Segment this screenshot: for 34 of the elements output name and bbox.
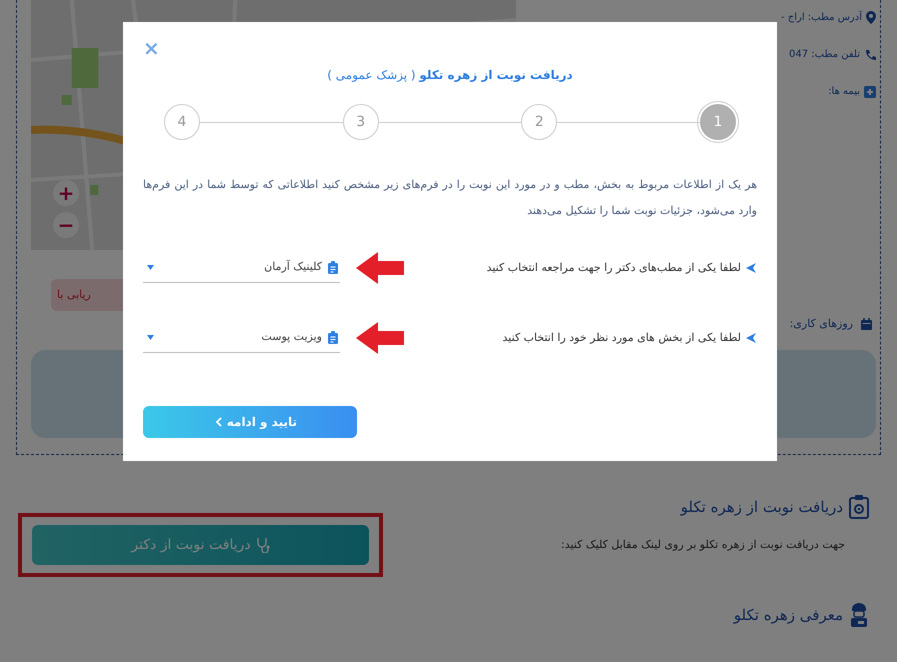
step-indicator: 2 [521, 104, 558, 140]
section-heading: دریافت نوبت از زهره تکلو [680, 496, 843, 518]
clipboard-icon [328, 331, 338, 344]
chevron-left-icon [214, 417, 223, 427]
clipboard-icon [849, 495, 869, 519]
field-label: لطفا یکی از بخش های مورد نظر خود را انتخاب کنید [502, 330, 741, 346]
clipboard-icon [328, 261, 338, 274]
caret-icon [147, 265, 154, 270]
description-text: هر یک از اطلاعات مربوط به بخش، مطب و در مورد این نوبت را در فرم‌های زیر مشخص کنید اطلاعاتی که توسط شما در این فرم‌ها وارد می‌شود، جزئیات نوبت شما را تشکیل می‌دهند [143, 177, 757, 219]
insurance-label: بیمه ها: [828, 85, 860, 99]
chevron-icon [745, 262, 757, 274]
phone-icon [864, 48, 876, 60]
step-indicator: 3 [342, 104, 379, 140]
stethoscope-icon [254, 537, 270, 553]
step-indicator: 4 [164, 104, 200, 140]
location-pin-icon [866, 11, 876, 24]
close-button[interactable]: × [143, 38, 160, 58]
book-appointment-button[interactable]: دریافت نوبت از دکتر [32, 525, 369, 565]
instruction-text: جهت دریافت نوبت از زهره تکلو بر روی لینک مقابل کلیک کنید: [561, 536, 846, 553]
annotation-arrow [356, 250, 404, 286]
phone-text: تلفن مطب: 047 [789, 48, 860, 62]
calendar-icon [861, 318, 872, 330]
caret-icon [147, 335, 154, 340]
modal-title: دریافت نوبت از زهره تکلو ( پزشک عمومی ) [326, 67, 574, 84]
field-label: لطفا یکی از مطب‌های دکتر را جهت مراجعه انتخاب کنید [486, 260, 741, 276]
address-text: آدرس مطب: اراج - [780, 10, 862, 25]
annotation-arrow [356, 320, 404, 356]
confirm-button[interactable]: تایید و ادامه [143, 406, 357, 438]
chevron-icon [745, 332, 757, 344]
working-days-label: روزهای کاری: [790, 316, 853, 332]
doctor-icon [849, 603, 869, 627]
section-heading: معرفی زهره تکلو [734, 604, 843, 626]
plus-square-icon [864, 86, 876, 98]
step-indicator: 1 [700, 104, 736, 140]
